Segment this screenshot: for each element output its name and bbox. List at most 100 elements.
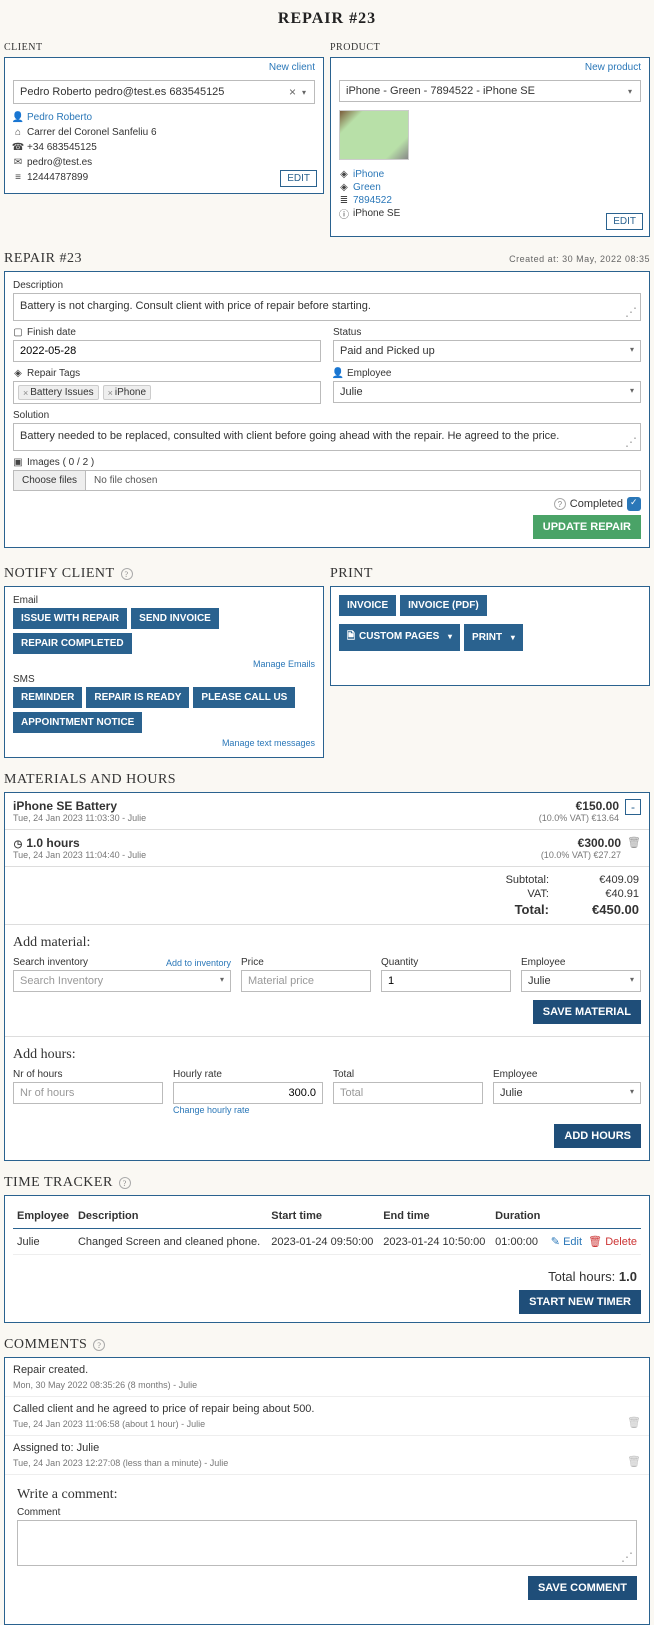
help-icon[interactable]: ?: [554, 498, 566, 510]
client-combo[interactable]: Pedro Roberto pedro@test.es 683545125 × …: [13, 80, 315, 104]
sms-reminder-button[interactable]: REMINDER: [13, 687, 82, 708]
solution-textarea[interactable]: Battery needed to be replaced, consulted…: [13, 423, 641, 451]
trash-icon[interactable]: 🗑: [627, 836, 641, 849]
help-icon[interactable]: ?: [93, 1339, 105, 1351]
mat-emp-label: Employee: [521, 957, 641, 970]
print-title: PRINT: [330, 566, 373, 582]
hours-total-input[interactable]: [333, 1082, 483, 1104]
edit-product-button[interactable]: EDIT: [606, 213, 643, 230]
info-icon: ⓘ: [339, 209, 349, 219]
material-name: iPhone SE Battery: [13, 799, 539, 813]
comments-panel: Repair created. Mon, 30 May 2022 08:35:2…: [4, 1357, 650, 1625]
rate-input[interactable]: [173, 1082, 323, 1104]
th-start: Start time: [267, 1204, 379, 1229]
product-brand-link[interactable]: iPhone: [353, 169, 384, 180]
add-hours-button[interactable]: ADD HOURS: [554, 1124, 641, 1148]
product-panel: New product iPhone - Green - 7894522 - i…: [330, 57, 650, 237]
id-icon: ≡: [13, 173, 23, 183]
pencil-icon: ✎: [551, 1236, 560, 1248]
remove-material-button[interactable]: -: [625, 799, 641, 815]
start-timer-button[interactable]: START NEW TIMER: [519, 1290, 641, 1314]
manage-emails-link[interactable]: Manage Emails: [253, 659, 315, 669]
add-to-inventory-link[interactable]: Add to inventory: [166, 958, 231, 968]
image-icon: ▣: [13, 458, 23, 468]
repair-form-panel: Description Battery is not charging. Con…: [4, 271, 650, 548]
repair-tags-label: Repair Tags: [27, 368, 80, 379]
email-issue-button[interactable]: ISSUE WITH REPAIR: [13, 608, 127, 629]
delete-timer-link[interactable]: Delete: [605, 1236, 637, 1248]
tags-input[interactable]: ×Battery Issues ×iPhone: [13, 381, 321, 404]
finish-date-input[interactable]: [13, 340, 321, 362]
client-phone: +34 683545125: [27, 142, 97, 153]
custom-pages-button[interactable]: 🗎CUSTOM PAGES ▾: [339, 624, 460, 651]
add-hours-heading: Add hours:: [13, 1047, 641, 1063]
chevron-down-icon[interactable]: ▾: [626, 87, 634, 96]
sms-appointment-button[interactable]: APPOINTMENT NOTICE: [13, 712, 142, 733]
email-invoice-button[interactable]: SEND INVOICE: [131, 608, 219, 629]
invoice-button[interactable]: INVOICE: [339, 595, 396, 616]
client-email: pedro@test.es: [27, 157, 92, 168]
nrhours-input[interactable]: [13, 1082, 163, 1104]
product-image: [339, 110, 409, 160]
hours-price: €300.00: [541, 836, 621, 850]
materials-title: MATERIALS AND HOURS: [4, 772, 176, 788]
solution-label: Solution: [13, 410, 641, 423]
new-product-link[interactable]: New product: [585, 62, 641, 73]
new-client-link[interactable]: New client: [269, 62, 315, 73]
sms-callus-button[interactable]: PLEASE CALL US: [193, 687, 295, 708]
qty-input[interactable]: [381, 970, 511, 992]
total-hours-value: 1.0: [619, 1269, 637, 1284]
price-input[interactable]: [241, 970, 371, 992]
material-row: iPhone SE Battery Tue, 24 Jan 2023 11:03…: [5, 793, 649, 830]
client-combo-value: Pedro Roberto pedro@test.es 683545125: [20, 86, 224, 98]
employee-select[interactable]: Julie: [333, 381, 641, 403]
close-icon[interactable]: ×: [108, 388, 113, 398]
materials-panel: iPhone SE Battery Tue, 24 Jan 2023 11:03…: [4, 792, 650, 1161]
product-serial-link[interactable]: 7894522: [353, 195, 392, 206]
search-inventory-select[interactable]: Search Inventory: [13, 970, 231, 992]
close-icon[interactable]: ×: [23, 388, 28, 398]
product-combo[interactable]: iPhone - Green - 7894522 - iPhone SE ▾: [339, 80, 641, 102]
change-rate-link[interactable]: Change hourly rate: [173, 1105, 250, 1115]
sms-ready-button[interactable]: REPAIR IS READY: [86, 687, 189, 708]
help-icon[interactable]: ?: [121, 568, 133, 580]
status-select[interactable]: Paid and Picked up: [333, 340, 641, 362]
employee-label: Employee: [347, 368, 391, 379]
save-material-button[interactable]: SAVE MATERIAL: [533, 1000, 641, 1024]
print-button[interactable]: PRINT ▾: [464, 624, 523, 651]
clear-icon[interactable]: ×: [285, 85, 300, 99]
help-icon[interactable]: ?: [119, 1177, 131, 1189]
chevron-down-icon[interactable]: ▾: [300, 88, 308, 97]
completed-checkbox[interactable]: [627, 497, 641, 511]
email-icon: ✉: [13, 158, 23, 168]
client-section-label: CLIENT: [4, 38, 324, 57]
add-hours-form: Add hours: Nr of hours Hourly rate Chang…: [5, 1037, 649, 1160]
th-employee: Employee: [13, 1204, 74, 1229]
update-repair-button[interactable]: UPDATE REPAIR: [533, 515, 641, 539]
edit-timer-link[interactable]: Edit: [563, 1236, 582, 1248]
client-name-link[interactable]: Pedro Roberto: [27, 112, 92, 123]
product-color-link[interactable]: Green: [353, 182, 381, 193]
edit-client-button[interactable]: EDIT: [280, 170, 317, 187]
trash-icon[interactable]: 🗑: [627, 1416, 641, 1429]
file-input[interactable]: Choose files No file chosen: [13, 470, 641, 491]
description-textarea[interactable]: Battery is not charging. Consult client …: [13, 293, 641, 321]
th-end: End time: [379, 1204, 491, 1229]
hours-total-label: Total: [333, 1069, 483, 1082]
hours-vat: (10.0% VAT) €27.27: [541, 850, 621, 860]
trash-icon[interactable]: 🗑: [627, 1455, 641, 1468]
tag-battery[interactable]: ×Battery Issues: [18, 385, 99, 400]
save-comment-button[interactable]: SAVE COMMENT: [528, 1576, 637, 1600]
invoice-pdf-button[interactable]: INVOICE (PDF): [400, 595, 487, 616]
comment-textarea[interactable]: [17, 1520, 637, 1566]
totals: Subtotal:€409.09 VAT:€40.91 Total:€450.0…: [5, 867, 649, 924]
mat-emp-select[interactable]: Julie: [521, 970, 641, 992]
tag-iphone[interactable]: ×iPhone: [103, 385, 151, 400]
hours-emp-select[interactable]: Julie: [493, 1082, 641, 1104]
th-actions: [545, 1204, 641, 1229]
chevron-down-icon: ▾: [511, 633, 515, 642]
manage-sms-link[interactable]: Manage text messages: [222, 738, 315, 748]
email-completed-button[interactable]: REPAIR COMPLETED: [13, 633, 132, 654]
tag-icon: ◈: [339, 170, 349, 180]
choose-files-button[interactable]: Choose files: [14, 471, 86, 490]
